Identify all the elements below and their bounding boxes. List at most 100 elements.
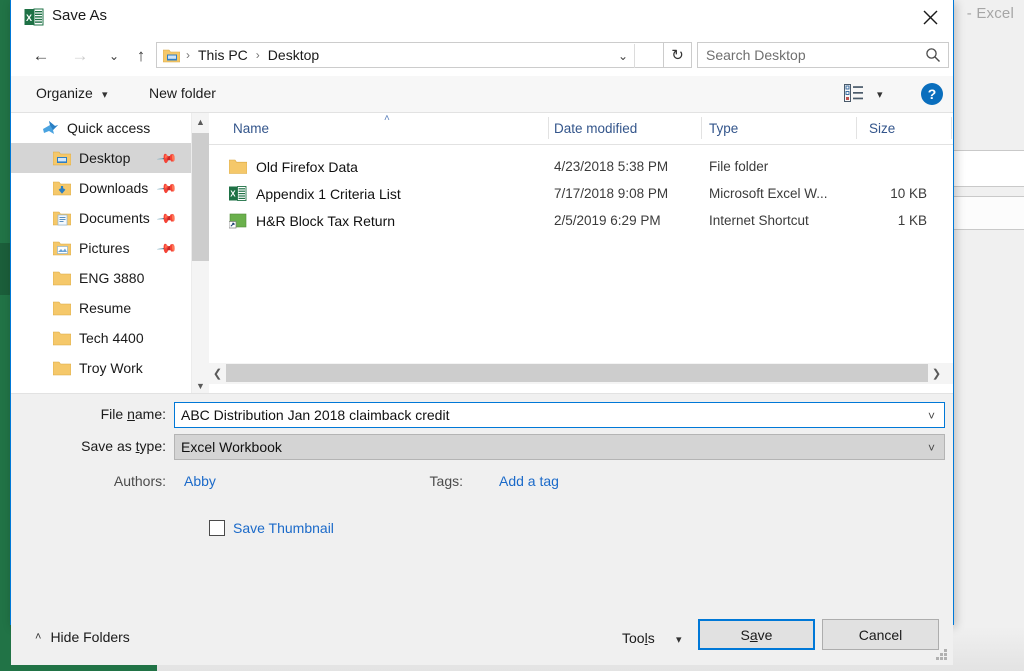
chevron-left-icon[interactable]: ❮: [209, 363, 226, 384]
chevron-down-icon[interactable]: ˅: [928, 441, 935, 455]
column-divider[interactable]: [548, 117, 549, 139]
column-header-name[interactable]: Name: [233, 121, 269, 136]
sidebar-item-desktop[interactable]: Desktop 📌: [11, 143, 191, 173]
address-toolbar: ← → ⌄ ↑ › This PC › Desktop ⌄ ↻ Search D…: [11, 36, 953, 76]
sidebar-item-eng-3880[interactable]: ENG 3880: [11, 263, 191, 293]
table-row[interactable]: H&R Block Tax Return 2/5/2019 6:29 PM In…: [209, 208, 953, 235]
sidebar-item-label: Pictures: [79, 240, 130, 256]
command-bar: Organize ▾ New folder ▾ ?: [11, 76, 953, 113]
new-folder-button[interactable]: New folder: [149, 85, 216, 101]
file-name-cell[interactable]: H&R Block Tax Return: [228, 212, 396, 229]
breadcrumb-desktop[interactable]: Desktop: [266, 47, 321, 63]
save-button-label: Save: [740, 626, 773, 643]
add-a-tag-link[interactable]: Add a tag: [499, 473, 559, 489]
pin-icon[interactable]: 📌: [156, 148, 178, 171]
breadcrumb-separator: ›: [186, 48, 190, 62]
folder-icon: [52, 270, 72, 286]
desktop-folder-icon: [162, 48, 181, 63]
tools-button[interactable]: Tools: [622, 630, 655, 646]
file-name-label: Old Firefox Data: [256, 158, 358, 175]
sidebar-item-quick-access[interactable]: Quick access: [11, 113, 191, 143]
navigation-pane-scrollbar[interactable]: ▲ ▼: [191, 113, 209, 394]
arrow-left-icon[interactable]: ←: [27, 41, 55, 71]
chevron-up-icon[interactable]: ▲: [192, 113, 209, 130]
table-row[interactable]: X Appendix 1 Criteria List 7/17/2018 9:0…: [209, 181, 953, 208]
help-icon[interactable]: ?: [921, 83, 943, 105]
checkbox-box[interactable]: [209, 520, 225, 536]
dialog-title: Save As: [52, 7, 108, 24]
internet-shortcut-icon: [228, 212, 247, 229]
save-form: File name: ABC Distribution Jan 2018 cla…: [11, 394, 953, 609]
file-name-label: H&R Block Tax Return: [256, 212, 396, 229]
quick-access-star-icon: [41, 120, 59, 136]
hide-folders-button[interactable]: ˄ Hide Folders: [35, 629, 130, 645]
folder-icon: [52, 360, 72, 376]
authors-value[interactable]: Abby: [184, 473, 216, 489]
pin-icon[interactable]: 📌: [156, 238, 178, 261]
table-row[interactable]: Old Firefox Data 4/23/2018 5:38 PM File …: [209, 154, 953, 181]
navigation-pane: Quick access Desktop 📌 Downloads 📌 Docum…: [11, 113, 191, 394]
breadcrumb-separator: ›: [255, 48, 260, 62]
refresh-icon[interactable]: ↻: [664, 42, 692, 68]
file-list: Name ˄ Date modified Type Size Old Firef…: [209, 113, 953, 394]
file-type-cell: Internet Shortcut: [709, 213, 809, 228]
sidebar-item-tech-4400[interactable]: Tech 4400: [11, 323, 191, 353]
column-header-size[interactable]: Size: [869, 121, 895, 136]
folder-icon: [52, 300, 72, 316]
column-divider[interactable]: [856, 117, 857, 139]
pin-icon[interactable]: 📌: [156, 178, 178, 201]
column-header-date-modified[interactable]: Date modified: [554, 121, 637, 136]
sidebar-item-downloads[interactable]: Downloads 📌: [11, 173, 191, 203]
excel-file-icon: X: [229, 185, 247, 202]
file-date-cell: 4/23/2018 5:38 PM: [554, 159, 669, 174]
search-input[interactable]: Search Desktop: [697, 42, 949, 68]
arrow-up-icon[interactable]: ↑: [127, 41, 155, 71]
file-type-cell: File folder: [709, 159, 769, 174]
file-name-input[interactable]: ABC Distribution Jan 2018 claimback cred…: [174, 402, 945, 428]
excel-window-title: - Excel: [966, 5, 1014, 22]
sidebar-item-documents[interactable]: Documents 📌: [11, 203, 191, 233]
file-date-cell: 7/17/2018 9:08 PM: [554, 186, 669, 201]
close-icon[interactable]: [907, 0, 953, 34]
sidebar-item-label: Tech 4400: [79, 330, 144, 346]
chevron-down-icon[interactable]: ⌄: [100, 41, 128, 71]
chevron-down-icon[interactable]: ▾: [877, 88, 883, 101]
file-name-label: Appendix 1 Criteria List: [256, 185, 401, 202]
organize-button[interactable]: Organize: [36, 85, 93, 101]
sidebar-item-pictures[interactable]: Pictures 📌: [11, 233, 191, 263]
save-button[interactable]: Save: [698, 619, 815, 650]
chevron-down-icon[interactable]: ˅: [928, 409, 935, 423]
resize-grip-icon[interactable]: [936, 649, 948, 661]
file-list-horizontal-scrollbar[interactable]: ❮ ❯: [209, 363, 953, 384]
file-name-cell[interactable]: X Appendix 1 Criteria List: [229, 185, 401, 202]
desktop-folder-icon: [52, 150, 72, 166]
column-divider[interactable]: [701, 117, 702, 139]
excel-file-icon: X: [24, 7, 45, 28]
chevron-down-icon[interactable]: ⌄: [613, 47, 633, 65]
cancel-button[interactable]: Cancel: [822, 619, 939, 650]
address-bar[interactable]: › This PC › Desktop ⌄: [156, 42, 664, 68]
chevron-down-icon[interactable]: ▾: [102, 88, 108, 101]
sidebar-item-resume[interactable]: Resume: [11, 293, 191, 323]
file-name-cell[interactable]: Old Firefox Data: [228, 158, 358, 175]
breadcrumb-this-pc[interactable]: This PC: [196, 47, 250, 63]
list-view-icon[interactable]: [844, 84, 864, 107]
chevron-right-icon[interactable]: ❯: [928, 363, 945, 384]
sidebar-item-troy-work[interactable]: Troy Work: [11, 353, 191, 383]
save-thumbnail-checkbox[interactable]: Save Thumbnail: [209, 520, 334, 536]
arrow-right-icon[interactable]: →: [66, 41, 94, 71]
chevron-down-icon[interactable]: ▾: [676, 633, 682, 646]
documents-folder-icon: [52, 210, 72, 226]
column-header-type[interactable]: Type: [709, 121, 738, 136]
pin-icon[interactable]: 📌: [156, 208, 178, 231]
save-as-type-select[interactable]: Excel Workbook ˅: [174, 434, 945, 460]
column-divider[interactable]: [951, 117, 952, 139]
file-type-cell: Microsoft Excel W...: [709, 186, 828, 201]
chevron-down-icon[interactable]: ▼: [192, 377, 209, 394]
dialog-body: Quick access Desktop 📌 Downloads 📌 Docum…: [11, 113, 953, 394]
save-as-type-label-text: Save as type:: [81, 438, 166, 454]
scrollbar-thumb[interactable]: [192, 133, 209, 261]
file-list-header: Name ˄ Date modified Type Size: [209, 113, 953, 145]
address-divider: [634, 44, 635, 68]
scrollbar-thumb[interactable]: [226, 364, 928, 382]
